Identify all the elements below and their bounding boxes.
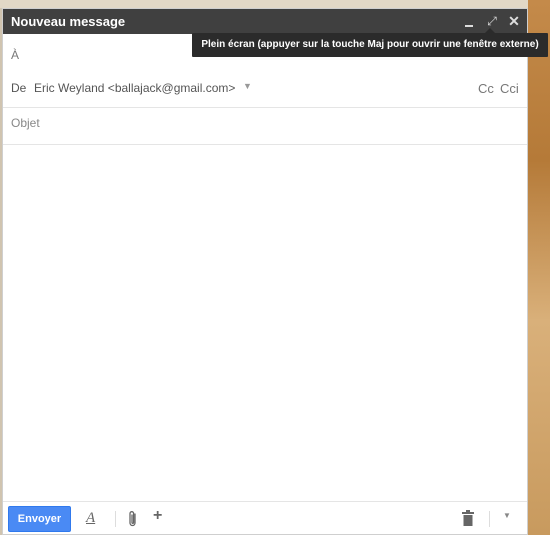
trash-icon[interactable] [462, 510, 474, 526]
fullscreen-tooltip: Plein écran (appuyer sur la touche Maj p… [192, 28, 548, 57]
minimize-icon[interactable] [461, 12, 477, 30]
formatting-options-icon[interactable]: A [86, 510, 95, 527]
from-field: De Eric Weyland <ballajack@gmail.com> ▼ … [3, 74, 527, 108]
insert-more-icon[interactable]: + [153, 507, 162, 525]
desktop-background-top [0, 0, 550, 8]
chevron-down-icon[interactable]: ▼ [243, 81, 252, 91]
subject-input[interactable] [11, 116, 511, 130]
cc-link[interactable]: Cc [478, 81, 494, 96]
compose-title: Nouveau message [11, 14, 126, 29]
cci-link[interactable]: Cci [500, 81, 519, 96]
more-options-icon[interactable]: ▼ [503, 511, 511, 520]
desktop-background-right [528, 0, 550, 535]
subject-field [3, 109, 527, 145]
paperclip-icon[interactable] [127, 510, 139, 528]
from-address[interactable]: Eric Weyland <ballajack@gmail.com> [34, 81, 235, 95]
to-label: À [11, 48, 20, 62]
message-body[interactable] [3, 146, 527, 505]
compose-toolbar: Envoyer A + ▼ [3, 501, 527, 534]
from-label: De [11, 81, 27, 95]
send-button[interactable]: Envoyer [8, 506, 71, 532]
toolbar-divider [489, 511, 490, 527]
close-icon[interactable]: ✕ [506, 12, 522, 30]
compose-titlebar[interactable]: Nouveau message ⤢ ✕ [3, 9, 527, 34]
compose-window: Nouveau message ⤢ ✕ À De Eric Weyland <b… [2, 8, 528, 535]
toolbar-divider [115, 511, 116, 527]
